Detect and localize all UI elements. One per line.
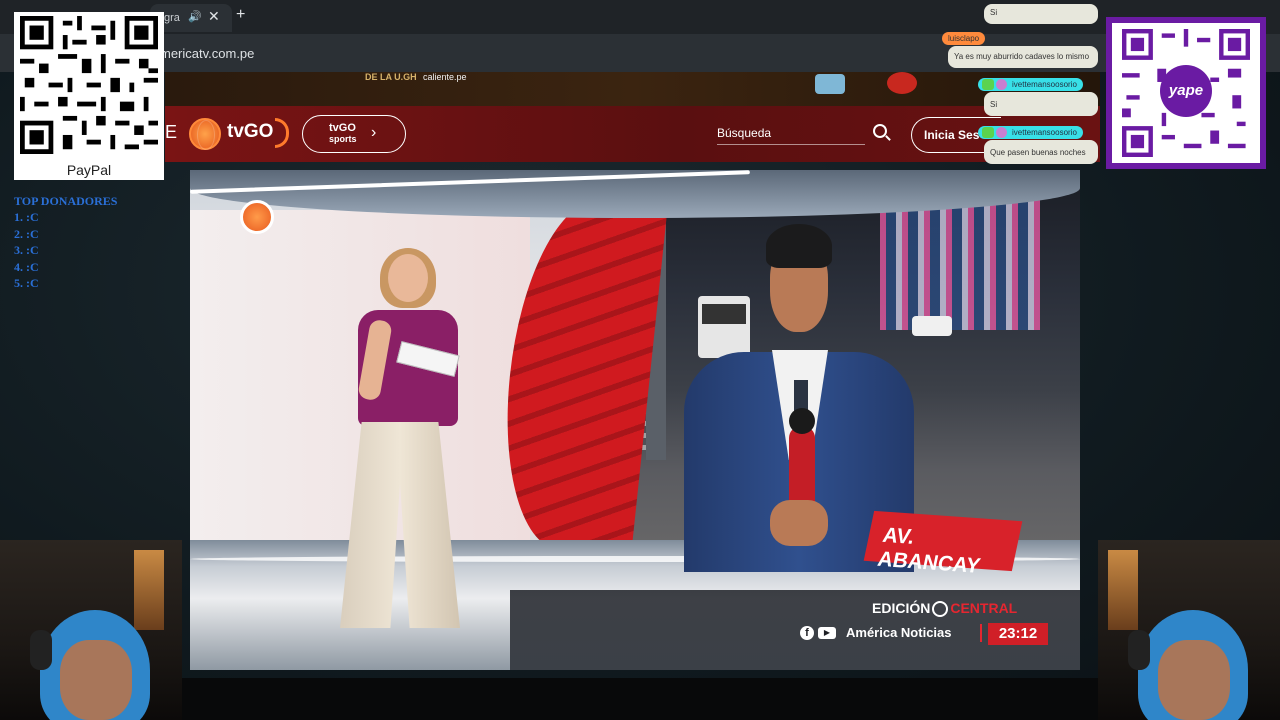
chat-message: Que pasen buenas noches <box>984 140 1098 164</box>
streamer-face <box>60 640 132 720</box>
qr-code-icon <box>20 16 158 154</box>
donor-item: 4. :C <box>14 260 39 274</box>
donor-item: 3. :C <box>14 243 39 257</box>
lamp-shape <box>1108 550 1138 630</box>
globe-icon <box>932 601 949 618</box>
team-crest-icon <box>887 72 917 94</box>
chat-text: Ya es muy aburrido cadaves lo mismo <box>954 52 1090 61</box>
streamer-face <box>1158 640 1230 720</box>
news-brand: América Noticias <box>846 625 952 640</box>
edition-suffix: CENTRAL <box>950 600 1018 616</box>
search-input[interactable]: Búsqueda <box>717 126 771 140</box>
youtube-icon: ▶ <box>818 627 836 639</box>
speaker-icon[interactable]: 🔊 <box>188 10 202 23</box>
reporter-hair <box>766 224 832 268</box>
tvgo-logo[interactable]: tvGO <box>227 121 273 143</box>
sports-button-bottom: sports <box>329 134 357 144</box>
chat-username: ivettemansoosorio <box>978 78 1083 91</box>
yape-label: yape <box>1160 65 1212 117</box>
separator <box>980 624 982 642</box>
edition-label: EDICIÓN CENTRAL <box>872 600 1018 618</box>
new-tab-plus-icon[interactable]: + <box>236 6 245 24</box>
sponsor-text: caliente.pe <box>423 72 467 82</box>
lamp-shape <box>134 550 164 630</box>
globe-logo-icon[interactable] <box>189 118 221 150</box>
donor-item: 5. :C <box>14 276 39 290</box>
facebook-icon: f <box>800 626 814 640</box>
login-button-label: Inicia Ses <box>924 128 980 142</box>
donors-title: TOP DONADORES <box>14 194 118 208</box>
close-icon[interactable]: ✕ <box>208 8 220 25</box>
donor-item: 1. :C <box>14 210 39 224</box>
location-tag: AV. ABANCAY <box>863 510 1023 578</box>
channel-globe-icon <box>240 200 274 234</box>
chat-username: ivettemansoosorio <box>978 126 1083 139</box>
site-navbar: E tvGO tvGO sports › Búsqueda Inicia Ses <box>165 106 1100 162</box>
chat-message: Si <box>984 4 1098 24</box>
yape-qr-panel: yape <box>1106 17 1266 169</box>
chat-message: Ya es muy aburrido cadaves lo mismo <box>948 46 1098 68</box>
chat-text: Si <box>990 8 998 17</box>
edition-prefix: EDICIÓN <box>872 600 931 616</box>
reporter-hand <box>770 500 828 546</box>
paypal-label: PayPal <box>66 162 112 178</box>
search-icon[interactable] <box>873 124 887 138</box>
broadcast-clock: 23:12 <box>988 623 1048 645</box>
sports-button-top: tvGO <box>329 122 356 134</box>
video-player[interactable]: AV. ABANCAY EDICIÓN CENTRAL f ▶ América N… <box>190 170 1080 670</box>
chevron-right-icon: › <box>371 124 377 141</box>
sponsor-text: DE LA U.GH <box>365 72 417 82</box>
bottom-bar <box>182 678 1098 720</box>
url-text: mericatv.com.pe <box>160 46 255 61</box>
headphone-icon <box>30 630 52 670</box>
webcam-left <box>0 540 182 720</box>
chat-message: Si <box>984 92 1098 116</box>
chat-username: luisclapo <box>942 32 986 45</box>
donor-item: 2. :C <box>14 227 39 241</box>
bus-shape <box>698 296 750 358</box>
tvgo-arc-icon <box>275 118 289 148</box>
sponsor-strip: DE LA U.GH caliente.pe <box>165 72 1100 106</box>
car-shape <box>912 316 952 336</box>
search-underline <box>717 144 865 145</box>
location-text: AV. ABANCAY <box>875 523 983 578</box>
menu-mark[interactable]: E <box>165 122 177 143</box>
tab-title: gra <box>164 12 180 24</box>
chat-text: Si <box>990 100 998 109</box>
tvgo-sports-button[interactable]: tvGO sports › <box>302 115 406 153</box>
anchor-head <box>388 254 428 302</box>
chat-text: Que pasen buenas noches <box>990 148 1086 157</box>
webcam-right <box>1098 540 1280 720</box>
paypal-qr-panel: PayPal <box>14 12 164 180</box>
team-crest-icon <box>815 74 845 94</box>
headphone-icon <box>1128 630 1150 670</box>
stream-screen: gra 🔊 ✕ + mericatv.com.pe DE LA U.GH cal… <box>0 0 1280 720</box>
